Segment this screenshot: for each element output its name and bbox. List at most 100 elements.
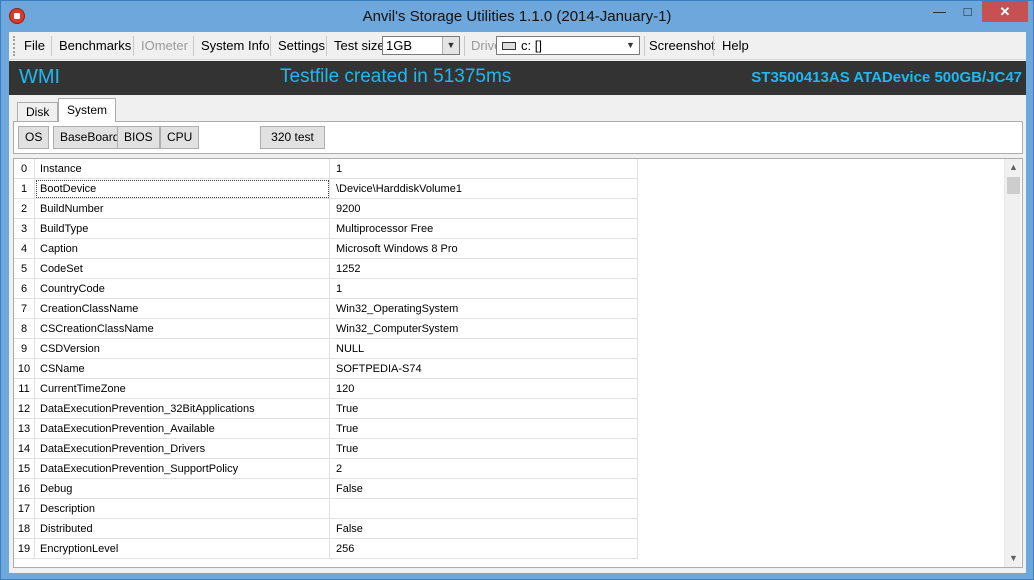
menu-settings[interactable]: Settings [278, 38, 325, 53]
row-index[interactable]: 14 [14, 439, 35, 459]
property-value-cell[interactable] [330, 499, 638, 519]
bios-button[interactable]: BIOS [117, 126, 160, 149]
property-value-cell[interactable]: Microsoft Windows 8 Pro [330, 239, 638, 259]
property-name-cell[interactable]: CountryCode [35, 279, 330, 299]
row-index[interactable]: 12 [14, 399, 35, 419]
property-name-cell[interactable]: BootDevice [35, 179, 330, 199]
property-value-cell[interactable]: True [330, 419, 638, 439]
cpu-button[interactable]: CPU [160, 126, 200, 149]
toolbar-grip[interactable] [13, 36, 16, 56]
property-name-cell[interactable]: EncryptionLevel [35, 539, 330, 559]
property-value-cell[interactable]: Win32_OperatingSystem [330, 299, 638, 319]
property-value-cell[interactable]: 120 [330, 379, 638, 399]
row-index[interactable]: 4 [14, 239, 35, 259]
row-index[interactable]: 0 [14, 159, 35, 179]
table-row[interactable]: 18 Distributed False [14, 519, 638, 539]
property-name-cell[interactable]: BuildType [35, 219, 330, 239]
table-row[interactable]: 3 BuildType Multiprocessor Free [14, 219, 638, 239]
table-row[interactable]: 10 CSName SOFTPEDIA-S74 [14, 359, 638, 379]
row-index[interactable]: 19 [14, 539, 35, 559]
property-value-cell[interactable]: False [330, 479, 638, 499]
row-index[interactable]: 3 [14, 219, 35, 239]
property-name-cell[interactable]: Debug [35, 479, 330, 499]
table-row[interactable]: 17 Description [14, 499, 638, 519]
row-index[interactable]: 6 [14, 279, 35, 299]
property-value-cell[interactable]: 1 [330, 279, 638, 299]
table-row[interactable]: 4 Caption Microsoft Windows 8 Pro [14, 239, 638, 259]
row-index[interactable]: 11 [14, 379, 35, 399]
test-320-button[interactable]: 320 test [260, 126, 325, 149]
property-value-cell[interactable]: SOFTPEDIA-S74 [330, 359, 638, 379]
property-value-cell[interactable]: Multiprocessor Free [330, 219, 638, 239]
property-name-cell[interactable]: CSCreationClassName [35, 319, 330, 339]
row-index[interactable]: 5 [14, 259, 35, 279]
chevron-down-icon[interactable]: ▼ [622, 37, 639, 54]
table-row[interactable]: 7 CreationClassName Win32_OperatingSystem [14, 299, 638, 319]
row-index[interactable]: 9 [14, 339, 35, 359]
test-size-select[interactable]: 1GB ▼ [382, 36, 460, 55]
table-row[interactable]: 8 CSCreationClassName Win32_ComputerSystem [14, 319, 638, 339]
maximize-button[interactable]: □ [954, 1, 981, 22]
scroll-down-arrow-icon[interactable]: ▼ [1005, 550, 1022, 567]
table-row[interactable]: 9 CSDVersion NULL [14, 339, 638, 359]
property-value-cell[interactable]: True [330, 439, 638, 459]
property-value-cell[interactable]: NULL [330, 339, 638, 359]
vertical-scrollbar[interactable]: ▲ ▼ [1004, 159, 1021, 567]
tab-system[interactable]: System [58, 98, 117, 122]
row-index[interactable]: 2 [14, 199, 35, 219]
property-name-cell[interactable]: Description [35, 499, 330, 519]
property-value-cell[interactable]: \Device\HarddiskVolume1 [330, 179, 638, 199]
row-index[interactable]: 13 [14, 419, 35, 439]
property-value-cell[interactable]: 2 [330, 459, 638, 479]
property-name-cell[interactable]: CurrentTimeZone [35, 379, 330, 399]
menu-help[interactable]: Help [722, 38, 749, 53]
property-name-cell[interactable]: Instance [35, 159, 330, 179]
row-index[interactable]: 15 [14, 459, 35, 479]
property-name-cell[interactable]: CSDVersion [35, 339, 330, 359]
table-row[interactable]: 15 DataExecutionPrevention_SupportPolicy 2 [14, 459, 638, 479]
minimize-button[interactable]: — [926, 1, 953, 22]
table-row[interactable]: 19 EncryptionLevel 256 [14, 539, 638, 559]
table-row[interactable]: 13 DataExecutionPrevention_Available True [14, 419, 638, 439]
table-row[interactable]: 12 DataExecutionPrevention_32BitApplicati… [14, 399, 638, 419]
os-button[interactable]: OS [18, 126, 50, 149]
property-name-cell[interactable]: Distributed [35, 519, 330, 539]
property-name-cell[interactable]: CSName [35, 359, 330, 379]
property-name-cell[interactable]: CodeSet [35, 259, 330, 279]
title-bar[interactable]: Anvil's Storage Utilities 1.1.0 (2014-Ja… [1, 1, 1033, 32]
scroll-up-arrow-icon[interactable]: ▲ [1005, 159, 1022, 176]
menu-file[interactable]: File [24, 38, 45, 53]
property-name-cell[interactable]: Caption [35, 239, 330, 259]
menu-benchmarks[interactable]: Benchmarks [59, 38, 131, 53]
wmi-property-grid[interactable]: 0 Instance 1 1 BootDevice \Device\HarddiskVol… [13, 158, 1023, 568]
row-index[interactable]: 7 [14, 299, 35, 319]
property-value-cell[interactable]: True [330, 399, 638, 419]
property-value-cell[interactable]: False [330, 519, 638, 539]
property-name-cell[interactable]: DataExecutionPrevention_Drivers [35, 439, 330, 459]
table-row[interactable]: 0 Instance 1 [14, 159, 638, 179]
row-index[interactable]: 18 [14, 519, 35, 539]
table-row[interactable]: 5 CodeSet 1252 [14, 259, 638, 279]
row-index[interactable]: 17 [14, 499, 35, 519]
tab-disk[interactable]: Disk [17, 102, 59, 121]
menu-screenshot[interactable]: Screenshot [649, 38, 715, 53]
property-name-cell[interactable]: DataExecutionPrevention_Available [35, 419, 330, 439]
property-value-cell[interactable]: 9200 [330, 199, 638, 219]
property-name-cell[interactable]: BuildNumber [35, 199, 330, 219]
table-row[interactable]: 16 Debug False [14, 479, 638, 499]
property-name-cell[interactable]: DataExecutionPrevention_SupportPolicy [35, 459, 330, 479]
property-name-cell[interactable]: DataExecutionPrevention_32BitApplication… [35, 399, 330, 419]
row-index[interactable]: 16 [14, 479, 35, 499]
property-value-cell[interactable]: 1 [330, 159, 638, 179]
drive-select[interactable]: c: [] ▼ [496, 36, 640, 55]
menu-iometer[interactable]: IOmeter [141, 38, 188, 53]
table-row[interactable]: 14 DataExecutionPrevention_Drivers True [14, 439, 638, 459]
table-row[interactable]: 11 CurrentTimeZone 120 [14, 379, 638, 399]
row-index[interactable]: 8 [14, 319, 35, 339]
property-value-cell[interactable]: 256 [330, 539, 638, 559]
close-button[interactable]: ✕ [982, 1, 1028, 22]
table-row[interactable]: 6 CountryCode 1 [14, 279, 638, 299]
table-row[interactable]: 1 BootDevice \Device\HarddiskVolume1 [14, 179, 638, 199]
table-row[interactable]: 2 BuildNumber 9200 [14, 199, 638, 219]
scroll-thumb[interactable] [1007, 177, 1020, 194]
